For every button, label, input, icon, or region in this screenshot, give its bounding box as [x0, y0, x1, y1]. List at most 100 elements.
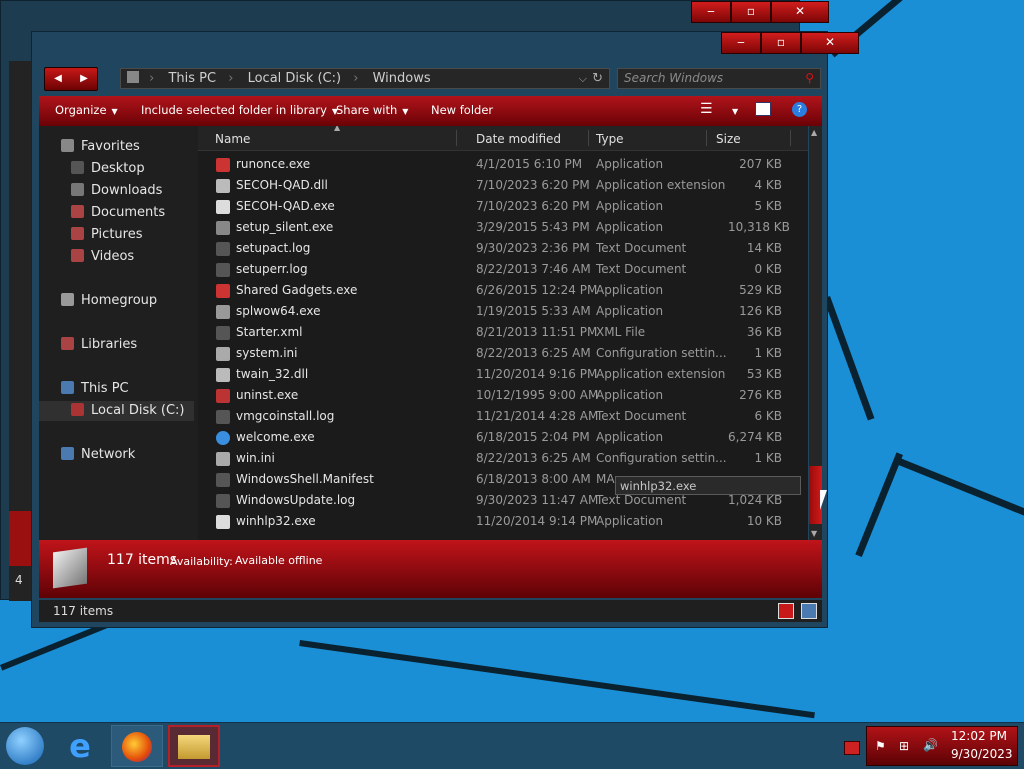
view-dropdown-icon[interactable]: ▼	[727, 103, 738, 117]
file-date-modified: 4/1/2015 6:10 PM	[476, 157, 583, 171]
file-row[interactable]: twain_32.dll 11/20/2014 9:16 PM Applicatio…	[198, 364, 798, 385]
text-icon	[216, 494, 230, 508]
share-with-button[interactable]: Share with ▼	[336, 103, 408, 117]
file-size: 10,318 KB	[728, 220, 790, 234]
details-item-count: 117 items	[107, 552, 178, 568]
star-icon	[61, 139, 74, 152]
vertical-scrollbar[interactable]: ▲ ▼	[809, 126, 822, 540]
breadcrumb-local-disk[interactable]: Local Disk (C:)	[248, 69, 341, 89]
file-size: 6,274 KB	[728, 430, 783, 444]
breadcrumb-this-pc[interactable]: This PC	[168, 69, 216, 89]
file-size: 4 KB	[754, 178, 782, 192]
network-status-icon[interactable]: ⊞	[899, 739, 909, 753]
file-row[interactable]: system.ini 8/22/2013 6:25 AM Configuration…	[198, 343, 798, 364]
nav-videos-label: Videos	[91, 249, 135, 264]
documents-icon	[71, 205, 84, 218]
file-row[interactable]: uninst.exe 10/12/1995 9:00 AM Application 2…	[198, 385, 798, 406]
view-options-icon[interactable]: ☰	[700, 101, 713, 117]
action-center-flag-icon[interactable]: ⚑	[875, 739, 886, 753]
nav-desktop[interactable]: Desktop	[71, 159, 145, 179]
config-icon	[216, 347, 230, 361]
column-date-modified[interactable]: Date modified	[476, 132, 561, 146]
tray-overflow-icon[interactable]	[844, 741, 860, 755]
nav-homegroup[interactable]: Homegroup	[61, 291, 157, 311]
dll-icon	[216, 179, 230, 193]
clock-time[interactable]: 12:02 PM	[951, 729, 1007, 743]
scroll-up-icon[interactable]: ▲	[811, 128, 817, 137]
include-in-library-button[interactable]: Include selected folder in library ▼	[141, 103, 338, 117]
file-name: setupact.log	[236, 241, 311, 255]
file-row[interactable]: setupact.log 9/30/2023 2:36 PM Text Docume…	[198, 238, 798, 259]
file-date-modified: 11/20/2014 9:14 PM	[476, 514, 598, 528]
details-view-icon[interactable]	[778, 603, 794, 619]
firefox-taskbar-button[interactable]	[111, 725, 163, 767]
breadcrumb-windows[interactable]: Windows	[373, 69, 431, 89]
dll-icon	[216, 368, 230, 382]
nav-videos[interactable]: Videos	[71, 247, 134, 267]
file-name: runonce.exe	[236, 157, 311, 171]
file-date-modified: 6/26/2015 12:24 PM	[476, 283, 598, 297]
column-type[interactable]: Type	[596, 132, 624, 146]
clock-date[interactable]: 9/30/2023	[951, 747, 1013, 761]
address-dropdown-icon[interactable]: ⌵	[579, 69, 587, 89]
internet-explorer-icon[interactable]: e	[62, 728, 98, 764]
organize-button[interactable]: Organize ▼	[55, 103, 118, 117]
nav-this-pc[interactable]: This PC	[61, 379, 129, 399]
file-type: Configuration settin...	[596, 451, 727, 465]
search-icon[interactable]: ⚲	[805, 69, 814, 88]
nav-libraries[interactable]: Libraries	[61, 335, 137, 355]
maximize-button[interactable]: ▫	[761, 32, 801, 54]
help-icon[interactable]: ?	[792, 102, 807, 117]
file-name: setuperr.log	[236, 262, 308, 276]
preview-pane-icon[interactable]	[755, 102, 771, 116]
bg-maximize-button[interactable]: ▫	[731, 1, 771, 23]
globe-icon	[216, 431, 230, 445]
large-icons-view-icon[interactable]	[801, 603, 817, 619]
file-row[interactable]: SECOH-QAD.exe 7/10/2023 6:20 PM Applicatio…	[198, 196, 798, 217]
bg-close-button[interactable]: ✕	[771, 1, 829, 23]
address-bar[interactable]: › This PC › Local Disk (C:) › Windows ⌵ …	[120, 68, 610, 89]
file-row[interactable]: setuperr.log 8/22/2013 7:46 AM Text Docume…	[198, 259, 798, 280]
file-explorer-taskbar-button[interactable]	[168, 725, 220, 767]
file-row[interactable]: Starter.xml 8/21/2013 11:51 PM XML File 36 …	[198, 322, 798, 343]
scroll-down-icon[interactable]: ▼	[811, 529, 817, 538]
file-row[interactable]: win.ini 8/22/2013 6:25 AM Configuration se…	[198, 448, 798, 469]
file-row[interactable]: winhlp32.exe 11/20/2014 9:14 PM Applicatio…	[198, 511, 798, 532]
forward-arrow-icon[interactable]: ▶	[71, 68, 97, 90]
nav-local-disk[interactable]: Local Disk (C:)	[39, 401, 194, 421]
text-icon	[216, 473, 230, 487]
file-date-modified: 7/10/2023 6:20 PM	[476, 199, 590, 213]
column-name[interactable]: Name	[215, 132, 250, 146]
file-size: 1 KB	[754, 346, 782, 360]
file-row[interactable]: vmgcoinstall.log 11/21/2014 4:28 AM Text D…	[198, 406, 798, 427]
file-row[interactable]: welcome.exe 6/18/2015 2:04 PM Application 6…	[198, 427, 798, 448]
start-button[interactable]	[6, 727, 44, 765]
column-size[interactable]: Size	[716, 132, 741, 146]
file-type: Text Document	[596, 409, 687, 423]
file-row[interactable]: setup_silent.exe 3/29/2015 5:43 PM Applica…	[198, 217, 798, 238]
file-row[interactable]: splwow64.exe 1/19/2015 5:33 AM Application…	[198, 301, 798, 322]
nav-documents[interactable]: Documents	[71, 203, 165, 223]
file-name: setup_silent.exe	[236, 220, 334, 234]
text-icon	[216, 242, 230, 256]
new-folder-button[interactable]: New folder	[431, 103, 493, 117]
system-tray: ⚑ ⊞ 🔊 12:02 PM 9/30/2023	[866, 726, 1018, 766]
back-arrow-icon[interactable]: ◀	[45, 68, 71, 90]
explorer-window[interactable]: ‒ ▫ ✕ ◀ ▶ › This PC › Local Disk (C:) › …	[31, 31, 859, 628]
nav-downloads[interactable]: Downloads	[71, 181, 162, 201]
nav-pictures[interactable]: Pictures	[71, 225, 142, 245]
nav-favorites[interactable]: Favorites	[61, 137, 140, 157]
back-forward-buttons[interactable]: ◀ ▶	[44, 67, 98, 91]
file-row[interactable]: SECOH-QAD.dll 7/10/2023 6:20 PM Applicatio…	[198, 175, 798, 196]
volume-icon[interactable]: 🔊	[923, 738, 938, 752]
file-row[interactable]: Shared Gadgets.exe 6/26/2015 12:24 PM Appl…	[198, 280, 798, 301]
column-headers: Name ▲ Date modified Type Size	[198, 126, 808, 151]
share-label: Share with	[336, 103, 398, 117]
search-input[interactable]: Search Windows ⚲	[617, 68, 821, 89]
nav-network[interactable]: Network	[61, 445, 135, 465]
close-button[interactable]: ✕	[801, 32, 859, 54]
file-row[interactable]: runonce.exe 4/1/2015 6:10 PM Application 20…	[198, 154, 798, 175]
refresh-icon[interactable]: ↻	[592, 69, 603, 89]
minimize-button[interactable]: ‒	[721, 32, 761, 54]
bg-minimize-button[interactable]: ‒	[691, 1, 731, 23]
